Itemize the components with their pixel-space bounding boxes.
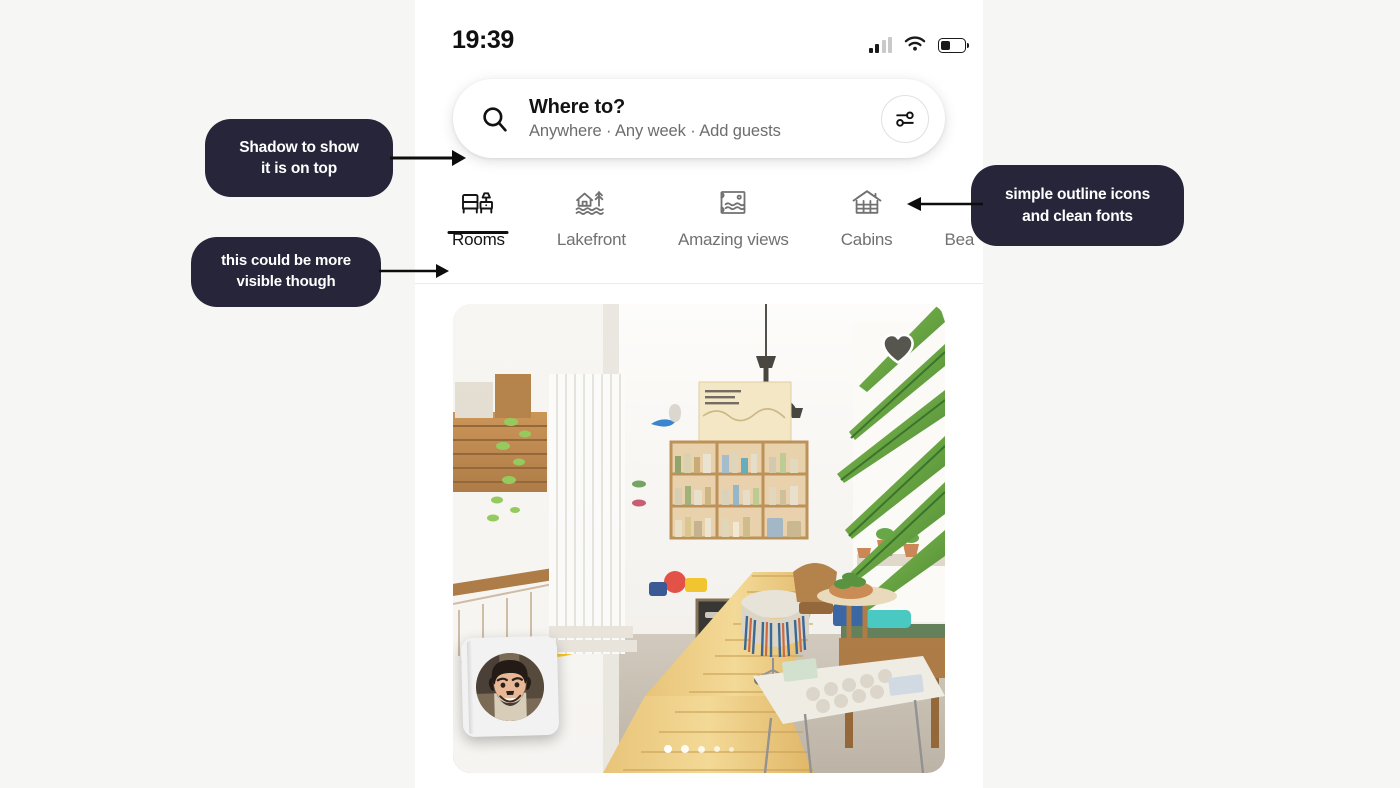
search-icon <box>483 106 507 132</box>
active-tab-underline <box>447 231 509 234</box>
status-bar: 19:39 <box>415 0 983 74</box>
listing-card[interactable] <box>453 304 945 773</box>
carousel-dot[interactable] <box>681 745 689 753</box>
annotation-line-2: and clean fonts <box>1022 207 1133 225</box>
annotation-icons-text: simple outline icons and clean fonts <box>1005 184 1150 227</box>
tab-label-cabins: Cabins <box>840 230 893 249</box>
annotation-line-2: visible though <box>236 273 336 290</box>
annotation-arrow-shadow <box>390 150 466 166</box>
host-card[interactable] <box>460 635 560 738</box>
window-view-icon <box>716 186 750 220</box>
annotation-arrow-icons <box>907 197 983 211</box>
carousel-dot[interactable] <box>714 746 720 752</box>
search-subtitle: Anywhere · Any week · Add guests <box>529 122 781 140</box>
tab-rooms[interactable]: Rooms <box>447 178 509 250</box>
heart-icon <box>882 333 914 364</box>
search-bar[interactable]: Where to? Anywhere · Any week · Add gues… <box>453 79 945 158</box>
bed-nightstand-icon <box>461 186 495 220</box>
status-indicators <box>868 29 969 53</box>
tab-label-lakefront: Lakefront <box>556 230 626 249</box>
wifi-icon <box>904 36 926 51</box>
category-tab-bar[interactable]: Rooms Lakefront Amazing views Cabins Bea <box>415 178 983 284</box>
tab-cabins[interactable]: Cabins <box>841 178 893 250</box>
house-lake-icon <box>574 186 608 220</box>
annotation-visibility-note: this could be more visible though <box>191 237 381 307</box>
host-avatar <box>475 651 545 722</box>
battery-icon <box>938 38 969 53</box>
favorite-button[interactable] <box>877 327 919 369</box>
search-text-block: Where to? Anywhere · Any week · Add gues… <box>529 95 781 142</box>
cellular-signal-icon <box>868 37 892 53</box>
tab-label-beach: Bea <box>944 230 975 249</box>
carousel-dot-active[interactable] <box>664 745 672 753</box>
filter-sliders-icon <box>896 111 914 127</box>
tab-label-amazing-views: Amazing views <box>677 230 789 249</box>
annotation-arrow-visibility <box>379 264 449 278</box>
tab-lakefront[interactable]: Lakefront <box>557 178 626 250</box>
annotation-visibility-text: this could be more visible though <box>221 251 351 292</box>
carousel-dots[interactable] <box>453 745 945 753</box>
annotation-line-1: this could be more <box>221 252 351 270</box>
avatar <box>475 651 545 722</box>
annotation-line-2: it is on top <box>261 160 337 177</box>
tab-amazing-views[interactable]: Amazing views <box>678 178 789 250</box>
screenshot-canvas: 19:39 Where to? Anywhere · Any week · Ad… <box>0 0 1400 788</box>
filter-button[interactable] <box>881 94 929 143</box>
carousel-dot[interactable] <box>729 746 734 752</box>
annotation-line-1: Shadow to show <box>239 138 359 156</box>
annotation-line-1: simple outline icons <box>1005 186 1150 204</box>
status-time: 19:39 <box>452 26 514 54</box>
annotation-shadow-text: Shadow to show it is on top <box>239 137 359 180</box>
annotation-shadow-note: Shadow to show it is on top <box>205 119 393 197</box>
carousel-dot[interactable] <box>698 745 705 753</box>
annotation-icons-note: simple outline icons and clean fonts <box>971 165 1184 246</box>
phone-mockup: 19:39 Where to? Anywhere · Any week · Ad… <box>415 0 983 788</box>
log-cabin-icon <box>850 186 884 220</box>
search-title: Where to? <box>529 96 625 118</box>
